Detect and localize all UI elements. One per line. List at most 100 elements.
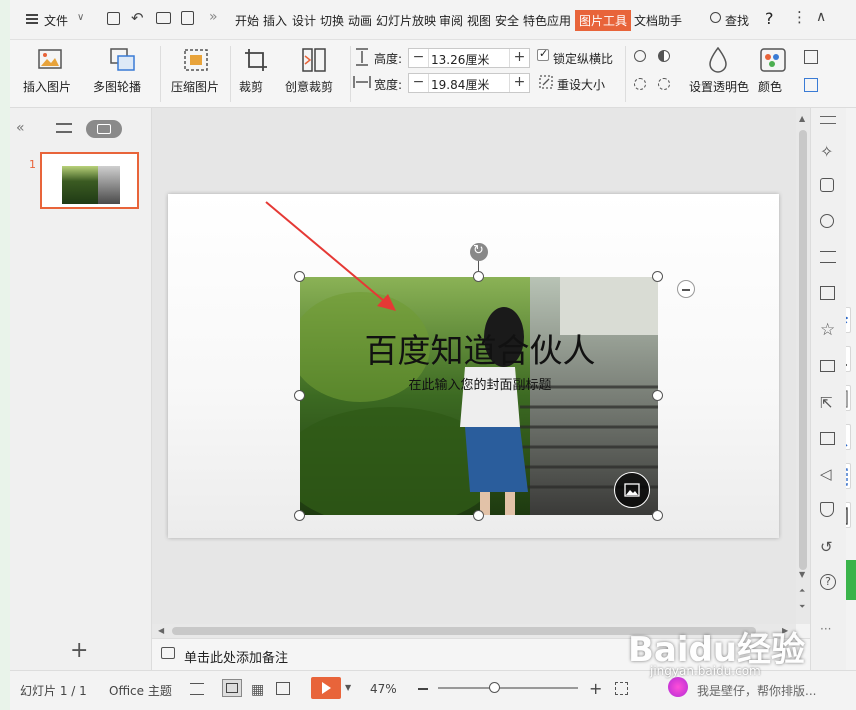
- align-icon[interactable]: [190, 683, 204, 695]
- chevron-down-icon[interactable]: ∨: [77, 12, 84, 23]
- brightness-decrease-icon[interactable]: [634, 78, 646, 90]
- prev-slide-icon[interactable]: ⏶: [799, 586, 805, 596]
- resize-handle-bottom-left[interactable]: [294, 510, 305, 521]
- lock-ratio-label[interactable]: 锁定纵横比: [553, 50, 613, 67]
- tab-design[interactable]: 设计: [292, 12, 316, 29]
- collapse-ribbon-icon[interactable]: ∧: [816, 9, 826, 25]
- picture-effect-icon[interactable]: [804, 50, 818, 64]
- tab-animation[interactable]: 动画: [348, 12, 372, 29]
- insert-picture-button[interactable]: 插入图片: [18, 40, 80, 106]
- tab-picture-tools[interactable]: 图片工具: [575, 10, 632, 31]
- undo-icon[interactable]: ↶: [131, 9, 144, 27]
- set-transparent-button[interactable]: 设置透明色: [684, 40, 752, 106]
- height-stepper[interactable]: − 13.26厘米 +: [408, 48, 530, 68]
- more-options-icon[interactable]: ⋮: [792, 8, 807, 26]
- crop-button[interactable]: 裁剪: [234, 40, 278, 106]
- rotate-handle[interactable]: ↻: [470, 243, 488, 261]
- resize-handle-top[interactable]: [473, 271, 484, 282]
- color-button[interactable]: 颜色: [754, 40, 796, 106]
- slide-title[interactable]: 百度知道合伙人: [340, 324, 620, 372]
- compress-picture-button[interactable]: 压缩图片: [166, 40, 228, 106]
- width-value[interactable]: 19.84厘米: [431, 76, 489, 93]
- slideshow-play-button[interactable]: [311, 677, 341, 699]
- slide-subtitle[interactable]: 在此输入您的封面副标题: [360, 374, 600, 393]
- resize-handle-top-right[interactable]: [652, 271, 663, 282]
- picture-badge[interactable]: [614, 472, 650, 508]
- normal-view-icon[interactable]: [222, 679, 242, 697]
- zoom-out-icon[interactable]: [418, 688, 428, 690]
- tab-transition[interactable]: 切换: [320, 12, 344, 29]
- fit-window-icon[interactable]: [615, 682, 628, 695]
- float-collapse-button[interactable]: [677, 280, 695, 298]
- magic-icon[interactable]: ✧: [820, 142, 833, 161]
- history-icon[interactable]: ↺: [820, 538, 833, 556]
- zoom-slider-knob[interactable]: [489, 682, 500, 693]
- resize-handle-bottom[interactable]: [473, 510, 484, 521]
- tab-start[interactable]: 开始: [235, 12, 259, 29]
- print-preview-icon[interactable]: [181, 11, 194, 25]
- share-icon[interactable]: ⇱: [820, 394, 833, 412]
- zoom-in-icon[interactable]: +: [589, 679, 602, 698]
- height-increase-button[interactable]: +: [509, 49, 529, 67]
- zoom-level[interactable]: 47%: [370, 682, 397, 696]
- vertical-scrollbar[interactable]: ▲ ▼ ⏶ ⏷: [796, 108, 810, 624]
- brightness-increase-icon[interactable]: [634, 50, 646, 62]
- zoom-slider[interactable]: [438, 682, 578, 693]
- help-button[interactable]: ?: [765, 9, 774, 28]
- tab-insert[interactable]: 插入: [263, 12, 287, 29]
- tab-security[interactable]: 安全: [495, 12, 519, 29]
- resize-handle-bottom-right[interactable]: [652, 510, 663, 521]
- outline-view-icon[interactable]: [56, 123, 72, 133]
- more-icon[interactable]: »: [209, 9, 218, 25]
- collapse-pane-icon[interactable]: «: [16, 120, 25, 136]
- tab-review[interactable]: 审阅: [439, 12, 463, 29]
- file-menu[interactable]: 文件: [44, 12, 68, 29]
- resize-handle-left[interactable]: [294, 390, 305, 401]
- reset-size-button[interactable]: 重设大小: [557, 76, 605, 93]
- resize-handle-right[interactable]: [652, 390, 663, 401]
- height-value[interactable]: 13.26厘米: [431, 51, 489, 68]
- archive-icon[interactable]: [820, 360, 835, 372]
- more-dots-icon[interactable]: ···: [820, 622, 831, 636]
- speaker-icon[interactable]: ◁: [820, 465, 832, 483]
- scroll-down-icon[interactable]: ▼: [799, 570, 805, 579]
- sidebar-menu-icon[interactable]: [820, 116, 836, 124]
- notes-placeholder[interactable]: 单击此处添加备注: [184, 647, 288, 666]
- save-icon[interactable]: [107, 12, 120, 25]
- tab-view[interactable]: 视图: [467, 12, 491, 29]
- width-decrease-button[interactable]: −: [409, 74, 429, 92]
- search-icon[interactable]: [710, 12, 721, 23]
- grid-view-icon[interactable]: ▦: [251, 682, 264, 698]
- shape-icon[interactable]: [820, 214, 834, 228]
- slide-thumbnail[interactable]: [40, 152, 139, 209]
- search-button[interactable]: 查找: [725, 12, 749, 29]
- reading-view-icon[interactable]: [276, 682, 290, 695]
- chevron-down-icon[interactable]: ▼: [345, 683, 351, 692]
- help-icon[interactable]: ?: [820, 574, 836, 590]
- creative-crop-button[interactable]: 创意裁剪: [282, 40, 348, 106]
- picture-outline-icon[interactable]: [804, 78, 818, 92]
- star-icon[interactable]: ☆: [820, 320, 835, 340]
- contrast-increase-icon[interactable]: [658, 50, 670, 62]
- scroll-thumb-vertical[interactable]: [799, 130, 807, 570]
- picture-crop-icon[interactable]: [820, 286, 835, 300]
- tab-doc-assistant[interactable]: 文档助手: [634, 12, 682, 29]
- width-stepper[interactable]: − 19.84厘米 +: [408, 73, 530, 93]
- contrast-decrease-icon[interactable]: [658, 78, 670, 90]
- shield-icon[interactable]: [820, 502, 834, 517]
- thumbnail-view-icon[interactable]: [86, 120, 122, 138]
- object-icon[interactable]: [820, 178, 834, 192]
- hamburger-icon[interactable]: [26, 14, 38, 24]
- multi-carousel-button[interactable]: 多图轮播: [90, 40, 158, 106]
- scroll-left-icon[interactable]: ◀: [158, 626, 164, 635]
- image-icon[interactable]: [820, 432, 835, 445]
- tab-special-apps[interactable]: 特色应用: [523, 12, 571, 29]
- next-slide-icon[interactable]: ⏷: [799, 602, 805, 612]
- assistant-promo[interactable]: 我是壁仔，帮你排版...: [697, 682, 816, 699]
- height-decrease-button[interactable]: −: [409, 49, 429, 67]
- tab-slideshow[interactable]: 幻灯片放映: [376, 12, 436, 29]
- scroll-up-icon[interactable]: ▲: [799, 114, 805, 123]
- settings-sliders-icon[interactable]: [820, 251, 836, 263]
- print-icon[interactable]: [156, 12, 171, 24]
- width-increase-button[interactable]: +: [509, 74, 529, 92]
